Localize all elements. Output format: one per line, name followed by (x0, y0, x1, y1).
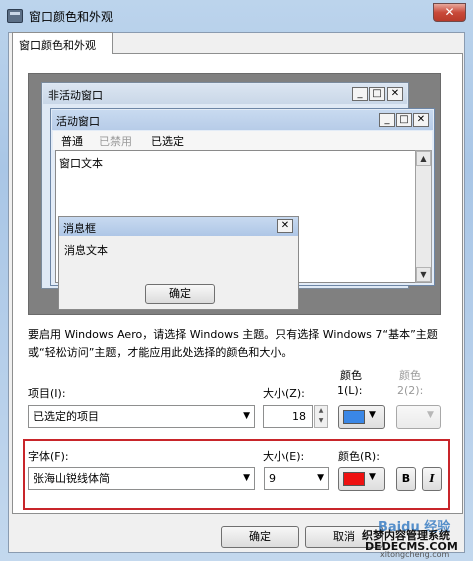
item-label: 项目(I): (28, 387, 66, 400)
message-box-title: 消息框 (63, 222, 96, 235)
display-settings-icon (7, 9, 23, 23)
chevron-down-icon: ▼ (427, 410, 434, 420)
active-window-title: 活动窗口 (56, 115, 100, 128)
message-text: 消息文本 (64, 244, 108, 257)
item-select[interactable]: 已选定的项目 ▼ (28, 405, 255, 428)
active-maximize-icon: □ (396, 113, 412, 127)
chevron-down-icon: ▼ (317, 473, 324, 483)
color2-button[interactable]: ▼ (396, 405, 441, 429)
title-bar: 窗口颜色和外观 ✕ (0, 0, 473, 32)
font-color-swatch (343, 472, 365, 486)
ok-button[interactable]: 确定 (221, 526, 299, 548)
active-window-titlebar[interactable]: 活动窗口 (52, 110, 433, 130)
font-size-value: 9 (269, 472, 276, 485)
inactive-close-icon: ✕ (387, 87, 403, 101)
font-select-value: 张海山锐线体简 (33, 472, 110, 485)
font-label: 字体(F): (28, 450, 69, 463)
italic-button[interactable]: I (422, 467, 442, 491)
spin-up-icon[interactable]: ▲ (315, 406, 327, 416)
color2-label-line1: 颜色 (399, 369, 421, 382)
scroll-up-icon[interactable]: ▲ (416, 151, 431, 166)
color2-label-line2: 2(2): (397, 384, 424, 397)
bold-button[interactable]: B (396, 467, 416, 491)
watermark-site: xitongcheng.com (380, 550, 450, 559)
font-size-select[interactable]: 9 ▼ (264, 467, 329, 490)
tab-window-color-appearance[interactable]: 窗口颜色和外观 (12, 32, 113, 54)
preview-scrollbar[interactable]: ▲ ▼ (415, 150, 432, 283)
message-box-close-icon: ✕ (277, 219, 293, 233)
color1-button[interactable]: ▼ (338, 405, 385, 429)
font-select[interactable]: 张海山锐线体简 ▼ (28, 467, 255, 490)
window-close-button[interactable]: ✕ (433, 3, 466, 22)
inactive-minimize-icon: _ (352, 87, 368, 101)
chevron-down-icon: ▼ (243, 411, 250, 421)
color1-label-line1: 颜色 (340, 369, 362, 382)
inactive-window-title: 非活动窗口 (48, 89, 103, 102)
aero-info-text: 要启用 Windows Aero，请选择 Windows 主题。只有选择 Win… (28, 328, 438, 359)
spin-down-icon[interactable]: ▼ (315, 416, 327, 426)
item-size-label: 大小(Z): (263, 387, 305, 400)
color1-label-line2: 1(L): (337, 384, 363, 397)
font-size-label: 大小(E): (263, 450, 305, 463)
active-close-icon: ✕ (413, 113, 429, 127)
window-text: 窗口文本 (59, 157, 103, 170)
window-title: 窗口颜色和外观 (29, 10, 114, 24)
menu-normal[interactable]: 普通 (61, 133, 83, 149)
chevron-down-icon: ▼ (243, 473, 250, 483)
scroll-down-icon[interactable]: ▼ (416, 267, 431, 282)
font-color-button[interactable]: ▼ (338, 467, 385, 491)
item-select-value: 已选定的项目 (33, 410, 99, 423)
message-box-ok-button[interactable]: 确定 (145, 284, 215, 304)
font-color-label: 颜色(R): (338, 450, 380, 463)
item-size-input[interactable]: 18 (263, 405, 313, 428)
menu-disabled[interactable]: 已禁用 (99, 133, 132, 149)
item-size-spinner[interactable]: ▲ ▼ (314, 405, 328, 428)
preview-menubar: 普通 已禁用 已选定 (53, 131, 432, 150)
color1-swatch (343, 410, 365, 424)
active-minimize-icon: _ (379, 113, 395, 127)
chevron-down-icon: ▼ (369, 472, 376, 482)
menu-selected[interactable]: 已选定 (151, 133, 184, 149)
inactive-maximize-icon: □ (369, 87, 385, 101)
message-box-titlebar[interactable]: 消息框 (59, 217, 298, 236)
chevron-down-icon: ▼ (369, 410, 376, 420)
